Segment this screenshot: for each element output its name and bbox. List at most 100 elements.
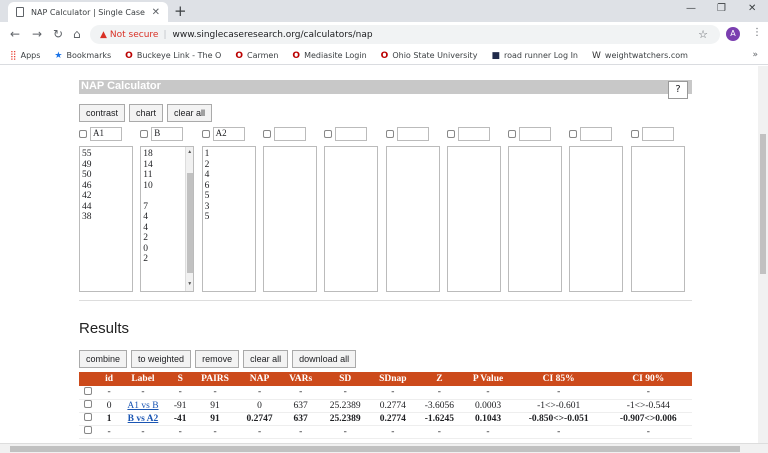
reload-icon[interactable]: ↻: [53, 27, 63, 41]
profile-avatar[interactable]: A: [726, 27, 740, 41]
phase-data-textarea[interactable]: [446, 146, 501, 292]
phase-data-textarea[interactable]: 55 49 50 46 42 44 38: [79, 146, 133, 292]
bookmark-item[interactable]: O Buckeye Link - The O: [125, 51, 221, 61]
remove-button[interactable]: remove: [195, 350, 240, 368]
download-all-button[interactable]: download all: [292, 350, 357, 368]
phase-checkbox[interactable]: [446, 130, 455, 138]
table-cell: -: [604, 425, 692, 439]
page-horizontal-scrollbar[interactable]: [0, 443, 768, 453]
table-cell: -1<>-0.601: [512, 399, 605, 413]
data-value: 50: [82, 170, 92, 180]
minimize-icon[interactable]: —: [686, 3, 696, 14]
bookmark-item[interactable]: O Carmen: [235, 51, 278, 61]
bookmark-label: weightwatchers.com: [604, 51, 688, 60]
combine-button[interactable]: combine: [79, 350, 128, 368]
column-header: VARs: [281, 372, 321, 386]
bookmark-item[interactable]: ★ Bookmarks: [54, 51, 111, 61]
row-checkbox[interactable]: [84, 426, 93, 434]
phase-checkbox[interactable]: [324, 130, 333, 138]
bookmark-item[interactable]: O Mediasite Login: [292, 51, 366, 61]
table-cell: -0.850<>-0.051: [512, 412, 605, 426]
ww-icon: W: [592, 50, 601, 61]
phase-name-input[interactable]: A1: [90, 127, 122, 141]
phase-name-input[interactable]: [396, 127, 429, 141]
phase-name-input[interactable]: [519, 127, 552, 141]
to-weighted-button[interactable]: to weighted: [131, 350, 192, 368]
results-toolbar: combine to weighted remove clear all dow…: [79, 350, 357, 368]
row-checkbox[interactable]: [84, 400, 93, 408]
forward-icon[interactable]: →: [32, 27, 42, 41]
back-icon[interactable]: ←: [10, 27, 20, 41]
data-value: 46: [82, 180, 92, 191]
clear-all-button[interactable]: clear all: [167, 104, 213, 122]
phase-name-input[interactable]: [641, 127, 674, 141]
help-button[interactable]: ?: [668, 81, 688, 99]
phase-checkbox[interactable]: [630, 130, 639, 138]
table-cell: -: [604, 386, 692, 400]
scroll-up-icon[interactable]: ▲: [187, 148, 192, 159]
phase-name-input[interactable]: [335, 127, 368, 141]
phase-name-input[interactable]: B: [151, 127, 184, 141]
address-bar[interactable]: ▲ Not secure | www.singlecaseresearch.or…: [90, 25, 720, 44]
column-header: Z: [415, 372, 464, 386]
phase-checkbox[interactable]: [569, 130, 578, 138]
data-value: 2: [143, 254, 149, 264]
phase-data-textarea[interactable]: [630, 146, 685, 292]
phase-data-textarea[interactable]: [324, 146, 379, 292]
bookmark-item[interactable]: O Ohio State University: [381, 51, 478, 61]
chart-button[interactable]: chart: [129, 104, 164, 122]
contrast-button[interactable]: contrast: [79, 104, 126, 122]
phase-name-input[interactable]: [273, 127, 306, 141]
restore-icon[interactable]: ❐: [717, 3, 726, 14]
phase-checkbox[interactable]: [385, 130, 394, 138]
phase-column: [630, 126, 685, 292]
data-value: 10: [143, 180, 153, 191]
new-tab-icon[interactable]: +: [174, 2, 187, 20]
osu-block-o-icon: O: [380, 50, 389, 61]
page-vertical-scrollbar[interactable]: [758, 66, 768, 443]
row-checkbox[interactable]: [84, 413, 93, 421]
scroll-down-icon[interactable]: ▼: [187, 280, 192, 291]
data-value: 7: [143, 201, 149, 212]
phase-checkbox[interactable]: [262, 130, 271, 138]
contrast-link[interactable]: B vs A2: [128, 414, 159, 424]
close-window-icon[interactable]: ✕: [748, 3, 756, 14]
table-cell: -: [320, 386, 371, 400]
column-header: S: [168, 372, 193, 386]
table-cell: 0.0003: [463, 399, 513, 413]
bookmark-star-icon[interactable]: ☆: [698, 28, 708, 41]
phase-header: [262, 126, 317, 142]
browser-tab[interactable]: NAP Calculator | Single Case Rese ✕: [8, 2, 168, 22]
bookmark-item[interactable]: Wweightwatchers.com: [592, 51, 688, 61]
close-tab-icon[interactable]: ✕: [152, 7, 160, 18]
phase-data-textarea[interactable]: [385, 146, 440, 292]
menu-dots-icon[interactable]: ⋮: [752, 27, 762, 38]
star-icon: ★: [54, 50, 63, 61]
phase-checkbox[interactable]: [201, 130, 210, 138]
phase-data-textarea[interactable]: 1246535: [201, 146, 256, 292]
bookmark-item[interactable]: ■ road runner Log In: [491, 51, 578, 61]
phase-name-input[interactable]: A2: [212, 127, 245, 141]
contrast-link[interactable]: A1 vs B: [127, 401, 158, 411]
phase-header: B: [140, 126, 194, 142]
scrollbar-thumb[interactable]: [187, 173, 194, 273]
phase-name-input[interactable]: [580, 127, 613, 141]
phase-checkbox[interactable]: [508, 130, 517, 138]
table-cell: -: [192, 386, 238, 400]
textarea-scrollbar[interactable]: ▲ ▼: [185, 147, 194, 291]
phase-name-input[interactable]: [457, 127, 490, 141]
scrollbar-thumb[interactable]: [10, 446, 740, 452]
more-bookmarks-icon[interactable]: »: [752, 50, 758, 60]
phase-data-textarea[interactable]: [569, 146, 624, 292]
row-checkbox[interactable]: [84, 386, 93, 395]
phase-data-textarea[interactable]: 18 14 11 10 7 4 4 2 0 2 ▲ ▼: [140, 146, 195, 292]
phase-checkbox[interactable]: [79, 130, 87, 138]
clear-all-results-button[interactable]: clear all: [243, 350, 289, 368]
column-header: CI 85%: [512, 372, 605, 386]
bookmark-item[interactable]: ⣿ Apps: [10, 51, 40, 61]
phase-data-textarea[interactable]: [262, 146, 317, 292]
home-icon[interactable]: ⌂: [73, 27, 81, 41]
scrollbar-thumb[interactable]: [760, 134, 766, 274]
phase-checkbox[interactable]: [140, 130, 149, 138]
phase-data-textarea[interactable]: [508, 146, 563, 292]
